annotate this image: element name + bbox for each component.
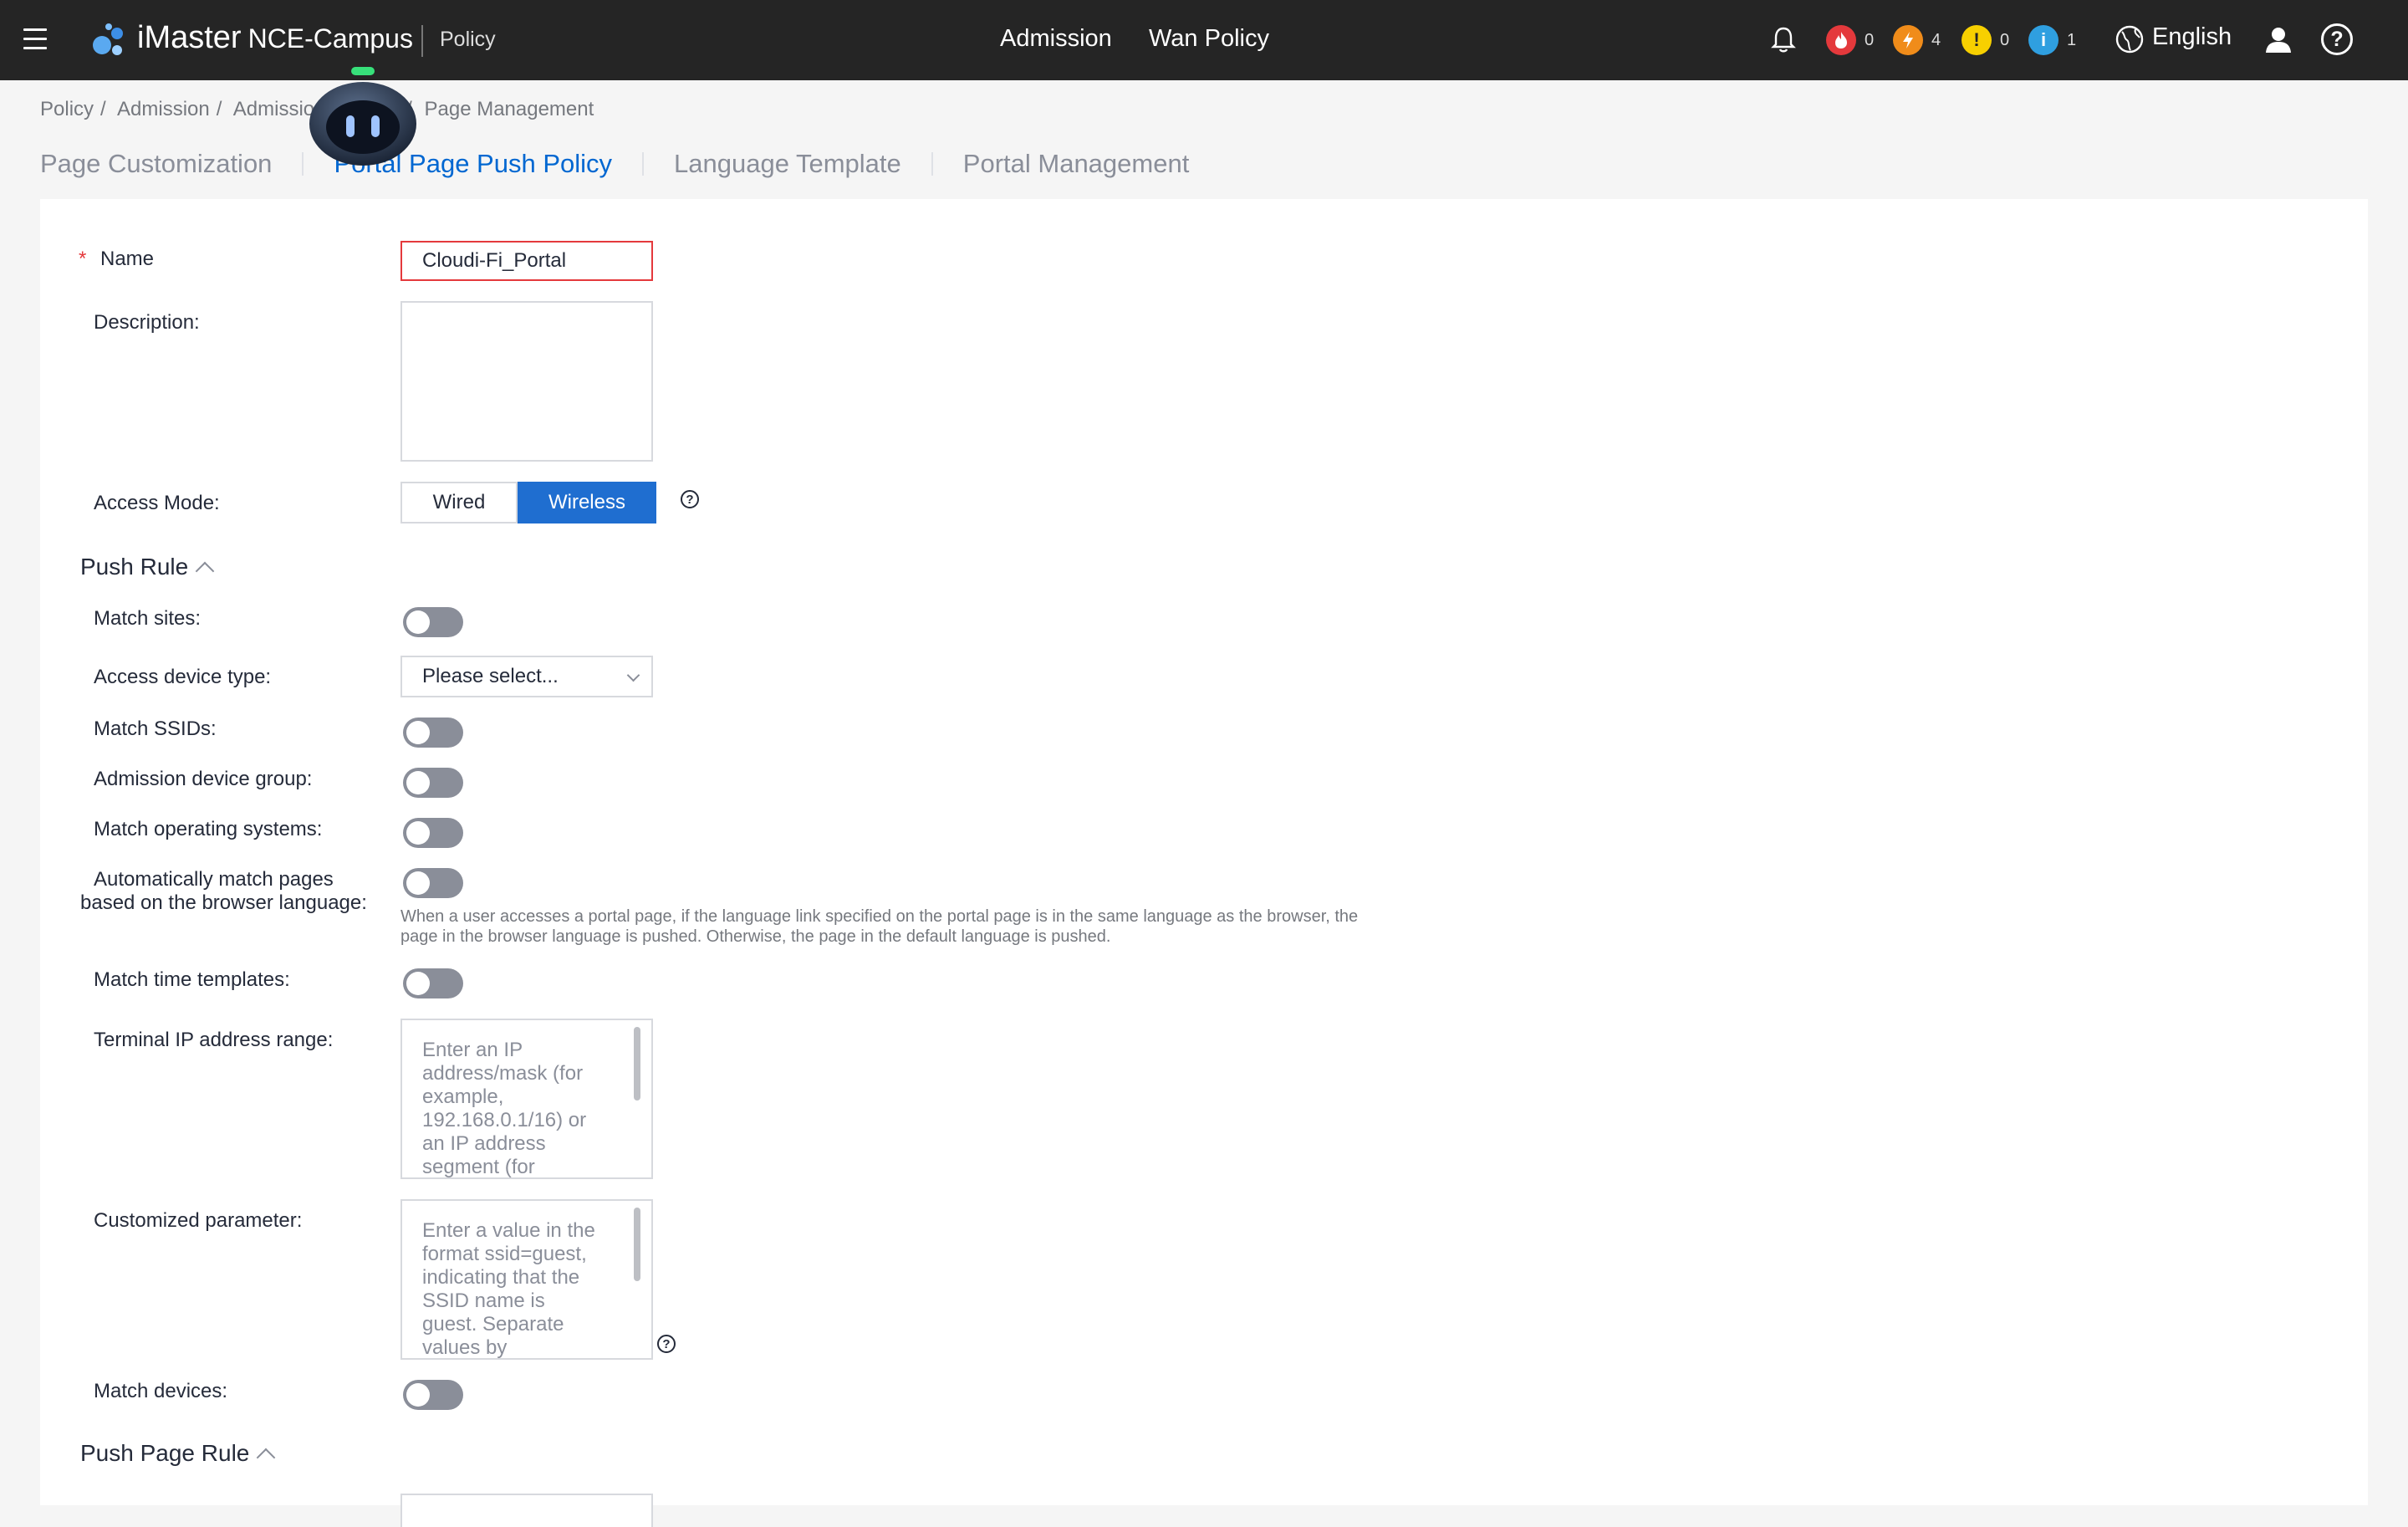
push-page-rule-section-title[interactable]: Push Page Rule [80, 1440, 276, 1468]
breadcrumb-policy[interactable]: Policy [40, 98, 94, 120]
major-alarm-icon [1893, 25, 1923, 55]
match-sites-toggle[interactable] [403, 607, 463, 637]
match-ssids-toggle[interactable] [403, 718, 463, 748]
nav-admission[interactable]: Admission [1000, 25, 1112, 53]
match-devices-toggle[interactable] [403, 1380, 463, 1410]
module-policy[interactable]: Policy [440, 28, 496, 52]
info-alarm[interactable]: i 1 [2028, 23, 2076, 57]
language-selector[interactable]: English [2152, 23, 2232, 51]
customized-parameter-label: Customized parameter: [94, 1209, 303, 1232]
match-time-templates-toggle[interactable] [403, 968, 463, 998]
tab-portal-management[interactable]: Portal Management [963, 149, 1190, 179]
assistant-robot-icon[interactable] [304, 59, 421, 167]
major-alarm[interactable]: 4 [1893, 23, 1941, 57]
match-os-label: Match operating systems: [94, 818, 323, 840]
access-device-type-label: Access device type: [94, 666, 272, 688]
push-page-rule-field[interactable] [400, 1494, 653, 1527]
admission-device-group-toggle[interactable] [403, 768, 463, 798]
auto-match-label-line2: based on the browser language: [80, 891, 367, 914]
imaster-logo-icon [93, 23, 123, 55]
access-mode-wireless-button[interactable]: Wireless [518, 482, 656, 523]
auto-match-language-toggle[interactable] [403, 868, 463, 898]
help-icon[interactable]: ? [2321, 23, 2353, 55]
customized-parameter-scrollbar[interactable] [634, 1208, 640, 1281]
tab-page-customization[interactable]: Page Customization [40, 149, 272, 179]
access-device-type-select[interactable]: Please select... [400, 656, 653, 697]
match-os-toggle[interactable] [403, 818, 463, 848]
auto-match-label-line1: Automatically match pages [94, 868, 334, 891]
minor-alarm[interactable]: ! 0 [1962, 23, 2009, 57]
required-mark: * [79, 248, 87, 270]
match-sites-label: Match sites: [94, 607, 202, 630]
customized-parameter-help-icon[interactable]: ? [657, 1335, 676, 1353]
access-mode-label: Access Mode: [94, 492, 220, 514]
terminal-ip-label: Terminal IP address range: [94, 1029, 334, 1051]
globe-icon[interactable] [2114, 23, 2145, 55]
nav-wan-policy[interactable]: Wan Policy [1149, 25, 1269, 53]
tab-language-template[interactable]: Language Template [674, 149, 901, 179]
tab-divider [642, 152, 645, 176]
push-rule-section-title[interactable]: Push Rule [80, 554, 215, 581]
user-icon[interactable] [2263, 23, 2294, 55]
critical-alarm[interactable]: 0 [1826, 23, 1874, 57]
form-panel: * Name Description: Access Mode: Wired W… [40, 199, 2368, 1527]
terminal-ip-scrollbar[interactable] [634, 1027, 640, 1101]
match-time-templates-label: Match time templates: [94, 968, 290, 991]
chevron-down-icon [626, 668, 640, 682]
chevron-up-icon [257, 1448, 276, 1468]
breadcrumb-page-management: Page Management [424, 98, 594, 120]
customized-parameter-textarea[interactable] [400, 1199, 653, 1360]
hamburger-menu-icon[interactable] [23, 28, 47, 50]
breadcrumb-admission[interactable]: Admission [117, 98, 210, 120]
critical-alarm-icon [1826, 25, 1856, 55]
info-alarm-icon: i [2028, 25, 2059, 55]
match-ssids-label: Match SSIDs: [94, 718, 217, 740]
access-mode-wired-button[interactable]: Wired [400, 482, 518, 523]
terminal-ip-textarea[interactable] [400, 1019, 653, 1179]
chevron-up-icon [195, 561, 215, 581]
bell-icon[interactable] [1768, 23, 1799, 55]
page-tabs: Page Customization Portal Page Push Poli… [40, 149, 1189, 179]
admission-device-group-label: Admission device group: [94, 768, 313, 790]
access-mode-segmented: Wired Wireless [400, 482, 656, 523]
description-textarea[interactable] [400, 301, 653, 462]
brand-name: iMaster NCE-Campus [137, 20, 413, 55]
access-mode-help-icon[interactable]: ? [681, 490, 699, 508]
brand-divider [421, 25, 423, 57]
description-label: Description: [94, 311, 200, 334]
name-label: Name [100, 248, 155, 270]
match-devices-label: Match devices: [94, 1380, 228, 1402]
breadcrumb-admission-sub[interactable]: Admissio [233, 98, 314, 120]
minor-alarm-icon: ! [1962, 25, 1992, 55]
auto-match-hint-text: When a user accesses a portal page, if t… [400, 907, 1359, 946]
tab-divider [931, 152, 933, 176]
name-input[interactable] [400, 241, 653, 281]
